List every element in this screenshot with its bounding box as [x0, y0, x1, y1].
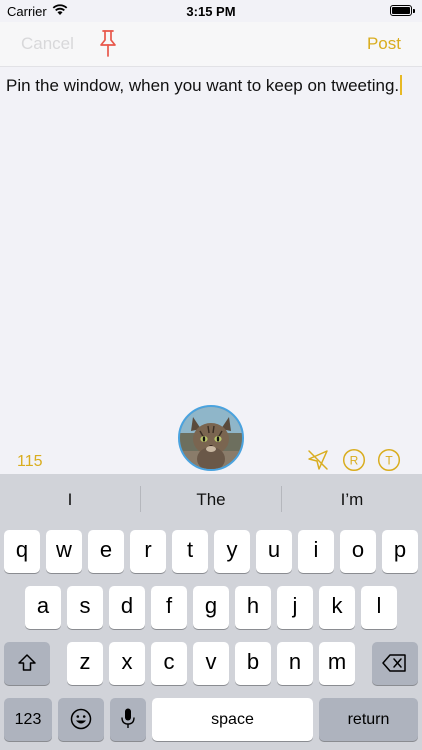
- key-y[interactable]: y: [214, 530, 250, 573]
- emoji-icon: [70, 708, 92, 730]
- shift-icon: [18, 654, 36, 671]
- svg-text:R: R: [350, 454, 359, 468]
- suggestion-item[interactable]: The: [141, 474, 281, 526]
- battery-icon: [390, 5, 415, 16]
- delete-key[interactable]: [372, 642, 418, 685]
- key-e[interactable]: e: [88, 530, 124, 573]
- key-z[interactable]: z: [67, 642, 103, 685]
- nav-bar: Cancel Post: [0, 22, 422, 66]
- key-b[interactable]: b: [235, 642, 271, 685]
- key-x[interactable]: x: [109, 642, 145, 685]
- key-h[interactable]: h: [235, 586, 271, 629]
- key-l[interactable]: l: [361, 586, 397, 629]
- key-j[interactable]: j: [277, 586, 313, 629]
- key-s[interactable]: s: [67, 586, 103, 629]
- compose-text: Pin the window, when you want to keep on…: [6, 75, 403, 96]
- microphone-icon: [121, 708, 135, 728]
- key-r[interactable]: r: [130, 530, 166, 573]
- key-q[interactable]: q: [4, 530, 40, 573]
- key-i[interactable]: i: [298, 530, 334, 573]
- retweet-r-icon[interactable]: R: [342, 448, 366, 472]
- key-n[interactable]: n: [277, 642, 313, 685]
- compose-text-area[interactable]: Pin the window, when you want to keep on…: [0, 66, 422, 442]
- key-t[interactable]: t: [172, 530, 208, 573]
- clock: 3:15 PM: [186, 4, 236, 19]
- svg-text:T: T: [385, 454, 393, 468]
- suggestion-item[interactable]: I: [0, 474, 140, 526]
- key-m[interactable]: m: [319, 642, 355, 685]
- thread-t-icon[interactable]: T: [377, 448, 401, 472]
- key-w[interactable]: w: [46, 530, 82, 573]
- key-o[interactable]: o: [340, 530, 376, 573]
- key-k[interactable]: k: [319, 586, 355, 629]
- compose-toolbar: 115 R T: [0, 442, 422, 476]
- key-p[interactable]: p: [382, 530, 418, 573]
- space-key[interactable]: space: [152, 698, 313, 741]
- suggestion-item[interactable]: I’m: [282, 474, 422, 526]
- key-c[interactable]: c: [151, 642, 187, 685]
- character-count: 115: [17, 453, 43, 470]
- key-g[interactable]: g: [193, 586, 229, 629]
- key-a[interactable]: a: [25, 586, 61, 629]
- location-off-icon[interactable]: [306, 448, 330, 472]
- pin-icon[interactable]: [97, 29, 119, 59]
- shift-key[interactable]: [4, 642, 50, 685]
- post-button[interactable]: Post: [367, 34, 401, 54]
- compose-text-content: Pin the window, when you want to keep on…: [6, 76, 400, 95]
- return-key[interactable]: return: [319, 698, 418, 741]
- emoji-key[interactable]: [58, 698, 104, 741]
- cancel-button[interactable]: Cancel: [21, 34, 74, 54]
- numbers-key[interactable]: 123: [4, 698, 52, 741]
- text-cursor: [400, 75, 403, 95]
- backspace-icon: [382, 654, 406, 672]
- keyboard: I The I’m q w e r t y u i o p a s d f g …: [0, 474, 422, 750]
- suggestion-bar: I The I’m: [0, 474, 422, 526]
- key-d[interactable]: d: [109, 586, 145, 629]
- key-u[interactable]: u: [256, 530, 292, 573]
- key-v[interactable]: v: [193, 642, 229, 685]
- key-f[interactable]: f: [151, 586, 187, 629]
- status-bar: Carrier 3:15 PM: [0, 0, 422, 22]
- dictation-key[interactable]: [110, 698, 146, 741]
